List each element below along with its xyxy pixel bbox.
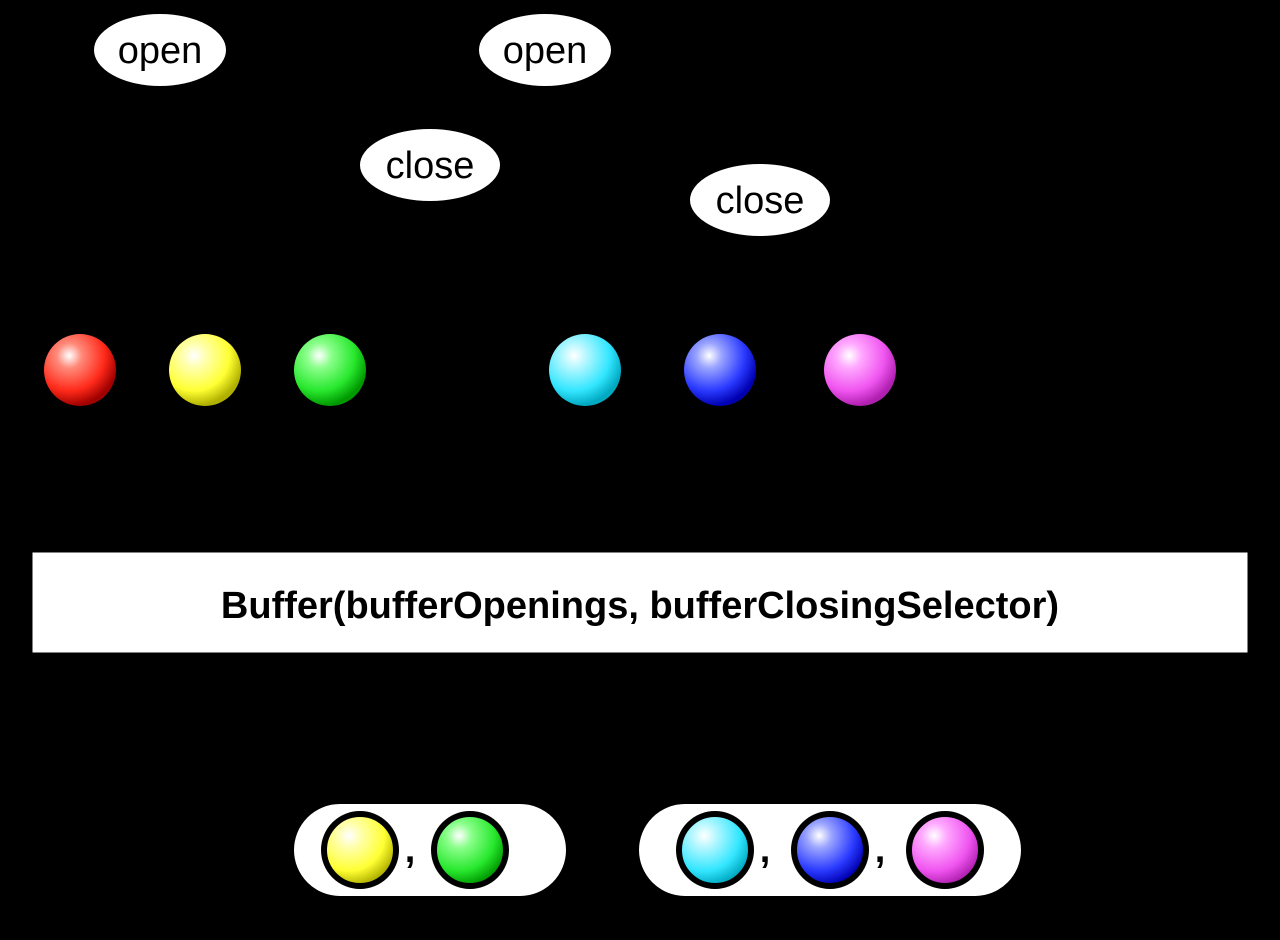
operator-label: Buffer(bufferOpenings, bufferClosingSele… (221, 585, 1059, 627)
marble-green (294, 334, 366, 406)
marble-blue (684, 334, 756, 406)
close-event-1-label: close (386, 145, 475, 187)
output-group-1: , (290, 800, 570, 900)
comma: , (875, 829, 886, 871)
marble-diagram: open open close close Buffer(bufferOpeni… (0, 0, 1280, 940)
marble-magenta (824, 334, 896, 406)
marble-red (44, 334, 116, 406)
open-event-2-label: open (503, 30, 588, 72)
marble-yellow (169, 334, 241, 406)
comma: , (760, 829, 771, 871)
close-event-2-label: close (716, 180, 805, 222)
marble-cyan (549, 334, 621, 406)
open-event-1-label: open (118, 30, 203, 72)
output-group-2: , , (635, 800, 1025, 900)
comma: , (405, 829, 416, 871)
